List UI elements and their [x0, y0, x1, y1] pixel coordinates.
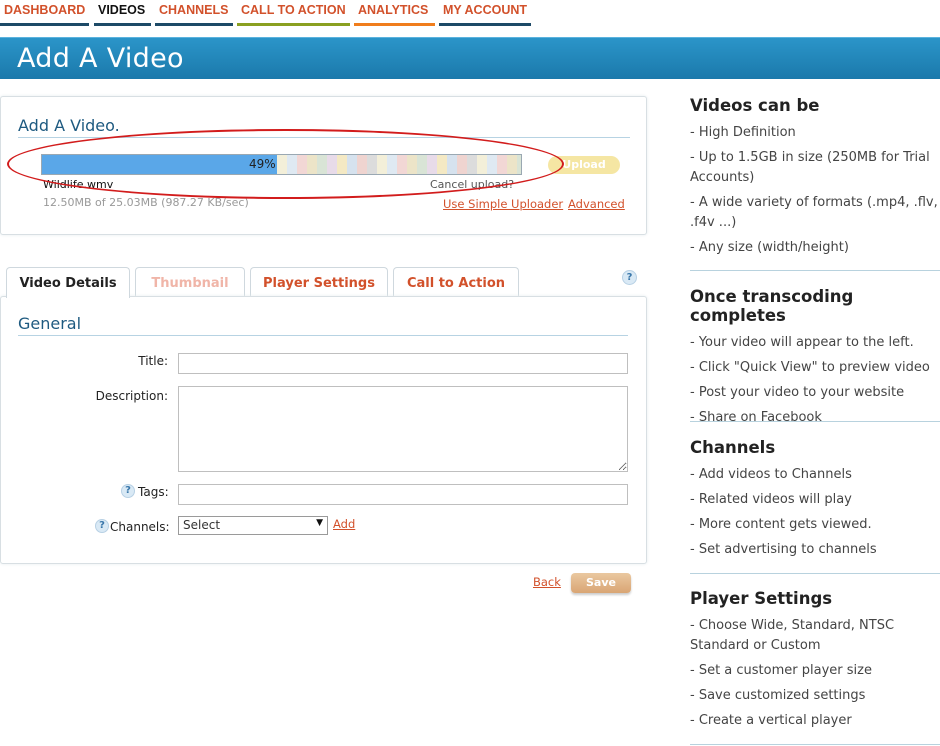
title-label: Title:	[138, 354, 168, 368]
sidebar-divider	[690, 270, 940, 271]
sidebar-list-item: - More content gets viewed.	[690, 517, 872, 532]
upload-filename: Wildlife.wmv	[43, 178, 114, 191]
progress-stripe	[307, 155, 317, 174]
sidebar-list-item: - Add videos to Channels	[690, 467, 852, 482]
upload-progress-percent: 49%	[249, 157, 276, 171]
sidebar-divider	[690, 744, 940, 745]
progress-stripe	[517, 155, 521, 174]
sidebar-list-item: - Set a customer player size	[690, 663, 872, 678]
sidebar-player-settings: Player Settings - Choose Wide, Standard,…	[690, 589, 940, 731]
sidebar-list-item: - Set advertising to channels	[690, 542, 877, 557]
sidebar-section-title: Once transcoding completes	[690, 287, 854, 325]
progress-stripe	[457, 155, 467, 174]
sidebar-list-item: - Related videos will play	[690, 492, 852, 507]
sidebar-section-title: Player Settings	[690, 589, 833, 608]
progress-stripe	[427, 155, 437, 174]
simple-uploader-link[interactable]: Use Simple Uploader	[443, 197, 563, 211]
description-textarea[interactable]	[178, 386, 628, 472]
progress-stripe	[277, 155, 287, 174]
channels-select[interactable]: Select ▼	[178, 516, 328, 535]
sidebar-list-item: - High Definition	[690, 125, 796, 140]
progress-stripe	[477, 155, 487, 174]
sidebar-divider	[690, 421, 940, 422]
progress-stripe	[327, 155, 337, 174]
progress-stripe	[437, 155, 447, 174]
progress-stripe	[297, 155, 307, 174]
upload-title-divider	[18, 137, 630, 138]
sidebar-list-item: - A wide variety of formats (.mp4, .flv,…	[690, 195, 938, 230]
sidebar-list-item: - Any size (width/height)	[690, 240, 849, 255]
description-label: Description:	[95, 389, 168, 403]
page-header: Add A Video	[0, 37, 940, 79]
sidebar-videos-can-be: Videos can be - High Definition - Up to …	[690, 96, 940, 258]
sidebar-list-item: - Click "Quick View" to preview video	[690, 360, 930, 375]
tags-help-icon[interactable]: ?	[121, 484, 135, 498]
progress-stripe	[497, 155, 507, 174]
sidebar-list-item: - Up to 1.5GB in size (250MB for Trial A…	[690, 150, 930, 185]
sidebar-channels: Channels - Add videos to Channels - Rela…	[690, 438, 940, 560]
progress-stripe	[397, 155, 407, 174]
tags-label: Tags:	[138, 485, 169, 499]
back-link[interactable]: Back	[533, 575, 561, 589]
progress-stripe	[367, 155, 377, 174]
progress-stripe	[387, 155, 397, 174]
upload-progress-fill	[42, 155, 277, 174]
nav-videos[interactable]: VIDEOS	[94, 0, 151, 26]
upload-progress-bar: 49%	[41, 154, 522, 175]
progress-stripe	[347, 155, 357, 174]
upload-button[interactable]: Upload	[548, 156, 620, 174]
progress-stripe	[407, 155, 417, 174]
progress-stripe	[377, 155, 387, 174]
save-button[interactable]: Save	[571, 573, 631, 593]
sidebar-list-item: - Save customized settings	[690, 688, 866, 703]
channels-help-icon[interactable]: ?	[95, 519, 109, 533]
nav-call-to-action[interactable]: CALL TO ACTION	[237, 0, 350, 26]
tab-thumbnail[interactable]: Thumbnail	[135, 267, 245, 297]
nav-channels[interactable]: CHANNELS	[155, 0, 233, 26]
progress-stripe	[467, 155, 477, 174]
nav-analytics[interactable]: ANALYTICS	[354, 0, 435, 26]
progress-stripe	[487, 155, 497, 174]
top-navigation: DASHBOARD VIDEOS CHANNELS CALL TO ACTION…	[0, 0, 940, 30]
nav-dashboard[interactable]: DASHBOARD	[0, 0, 89, 26]
progress-stripe	[337, 155, 347, 174]
help-icon[interactable]: ?	[622, 270, 637, 285]
general-divider	[18, 335, 628, 336]
sidebar-section-title: Channels	[690, 438, 776, 457]
sidebar-list-item: - Choose Wide, Standard, NTSC Standard o…	[690, 618, 895, 653]
progress-stripe	[287, 155, 297, 174]
add-channel-link[interactable]: Add	[333, 517, 355, 531]
tab-video-details[interactable]: Video Details	[6, 267, 130, 298]
upload-filesize: 12.50MB of 25.03MB (987.27 KB/sec)	[43, 196, 249, 209]
progress-stripe	[317, 155, 327, 174]
nav-my-account[interactable]: MY ACCOUNT	[439, 0, 531, 26]
cancel-upload-link[interactable]: Cancel upload?	[430, 178, 514, 191]
chevron-down-icon: ▼	[316, 518, 323, 528]
page-title: Add A Video	[17, 43, 184, 74]
channels-select-value: Select	[183, 518, 221, 532]
sidebar-list-item: - Your video will appear to the left.	[690, 335, 914, 350]
sidebar-divider	[690, 573, 940, 574]
tab-player-settings[interactable]: Player Settings	[250, 267, 388, 297]
channels-label: Channels:	[110, 520, 170, 534]
title-input[interactable]	[178, 353, 628, 374]
sidebar-once-transcoding: Once transcoding completes - Your video …	[690, 287, 940, 428]
upload-section-title: Add A Video.	[18, 116, 120, 135]
tags-input[interactable]	[178, 484, 628, 505]
sidebar-list-item: - Share on Facebook	[690, 410, 822, 425]
progress-stripe	[507, 155, 517, 174]
progress-stripe	[417, 155, 427, 174]
sidebar-section-title: Videos can be	[690, 96, 820, 115]
sidebar-list-item: - Post your video to your website	[690, 385, 905, 400]
progress-stripe	[447, 155, 457, 174]
general-section-title: General	[18, 314, 82, 333]
advanced-link[interactable]: Advanced	[568, 197, 625, 211]
sidebar-list-item: - Create a vertical player	[690, 713, 852, 728]
tab-call-to-action[interactable]: Call to Action	[393, 267, 519, 297]
progress-stripe	[357, 155, 367, 174]
